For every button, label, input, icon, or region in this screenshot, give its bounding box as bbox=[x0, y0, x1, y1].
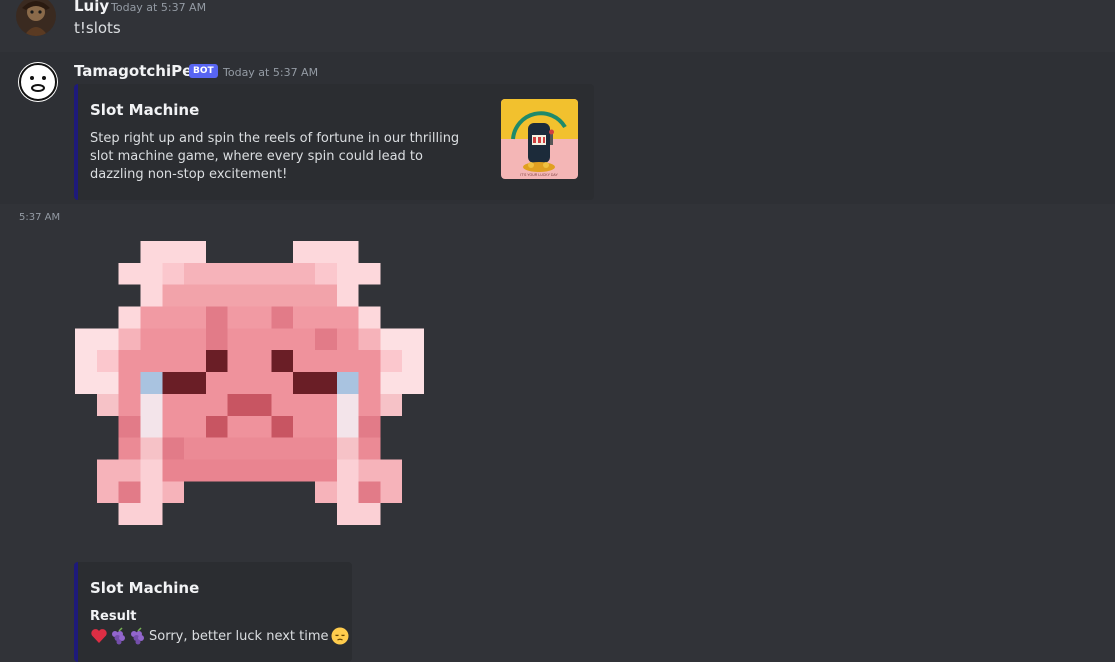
embed-title: Slot Machine bbox=[90, 101, 200, 119]
slot-machine-embed: Slot Machine Step right up and spin the … bbox=[74, 84, 594, 200]
grapes-emoji bbox=[131, 627, 144, 645]
result-field-name: Result bbox=[90, 609, 137, 624]
slot-result-embed: Slot Machine Result Sorry, better luck n… bbox=[74, 562, 352, 662]
heart-emoji bbox=[91, 629, 107, 643]
message-timestamp[interactable]: Today at 5:37 AM bbox=[223, 66, 318, 79]
message-timestamp[interactable]: Today at 5:37 AM bbox=[111, 1, 206, 14]
thumbnail-caption: IT'S YOUR LUCKY DAY bbox=[520, 173, 558, 177]
bot-badge: BOT bbox=[189, 64, 218, 78]
message-luiy: Luiy Today at 5:37 AM t!slots bbox=[0, 0, 1115, 48]
message-bot: TamagotchiPets BOT Today at 5:37 AM Slot… bbox=[0, 52, 1115, 204]
result-field-value: Sorry, better luck next time bbox=[90, 627, 350, 645]
crying-pink-pig-pixel-art[interactable] bbox=[75, 241, 424, 525]
username[interactable]: Luiy bbox=[74, 0, 109, 15]
embed-description: Step right up and spin the reels of fort… bbox=[90, 131, 460, 182]
user-avatar[interactable] bbox=[16, 0, 56, 36]
message-content: t!slots bbox=[74, 19, 121, 37]
pensive-face-emoji bbox=[331, 627, 349, 645]
grapes-emoji bbox=[112, 627, 125, 645]
bot-face-avatar[interactable] bbox=[18, 62, 58, 102]
result-text: Sorry, better luck next time bbox=[149, 628, 329, 644]
side-timestamp[interactable]: 5:37 AM bbox=[19, 212, 60, 223]
embed-title: Slot Machine bbox=[90, 579, 200, 597]
slot-machine-lucky-day-thumbnail[interactable]: IT'S YOUR LUCKY DAY bbox=[501, 99, 578, 179]
